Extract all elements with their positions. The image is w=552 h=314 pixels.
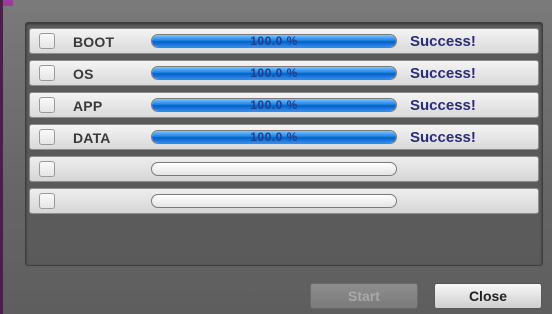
progress-bar xyxy=(151,162,397,176)
start-button[interactable]: Start xyxy=(310,283,418,309)
progress-text: 100.0 % xyxy=(250,34,298,48)
window-corner-accent xyxy=(3,0,13,6)
progress-bar: 100.0 % xyxy=(151,66,397,80)
progress-text: 100.0 % xyxy=(250,98,298,112)
task-label: APP xyxy=(73,98,103,114)
task-checkbox[interactable] xyxy=(39,33,55,49)
progress-bar: 100.0 % xyxy=(151,34,397,48)
task-row-app: APP 100.0 % Success! xyxy=(29,92,539,118)
task-status: Success! xyxy=(410,33,476,50)
task-label: OS xyxy=(73,66,94,82)
task-checkbox[interactable] xyxy=(39,193,55,209)
panel-footer-strip xyxy=(29,220,539,258)
task-checkbox[interactable] xyxy=(39,161,55,177)
task-rows: BOOT 100.0 % Success! OS 100.0 % Success… xyxy=(29,28,539,220)
task-row-empty xyxy=(29,156,539,182)
progress-text: 100.0 % xyxy=(250,130,298,144)
task-label: DATA xyxy=(73,130,111,146)
progress-bar xyxy=(151,194,397,208)
flash-tool-window: BOOT 100.0 % Success! OS 100.0 % Success… xyxy=(0,0,552,314)
task-row-empty xyxy=(29,188,539,214)
task-status: Success! xyxy=(410,129,476,146)
task-status: Success! xyxy=(410,97,476,114)
progress-text: 100.0 % xyxy=(250,66,298,80)
close-button[interactable]: Close xyxy=(434,283,542,309)
task-label: BOOT xyxy=(73,34,115,50)
task-checkbox[interactable] xyxy=(39,97,55,113)
progress-bar: 100.0 % xyxy=(151,130,397,144)
task-checkbox[interactable] xyxy=(39,129,55,145)
task-row-boot: BOOT 100.0 % Success! xyxy=(29,28,539,54)
progress-bar: 100.0 % xyxy=(151,98,397,112)
task-status: Success! xyxy=(410,65,476,82)
task-row-os: OS 100.0 % Success! xyxy=(29,60,539,86)
task-checkbox[interactable] xyxy=(39,65,55,81)
task-row-data: DATA 100.0 % Success! xyxy=(29,124,539,150)
task-list-panel: BOOT 100.0 % Success! OS 100.0 % Success… xyxy=(25,22,543,266)
